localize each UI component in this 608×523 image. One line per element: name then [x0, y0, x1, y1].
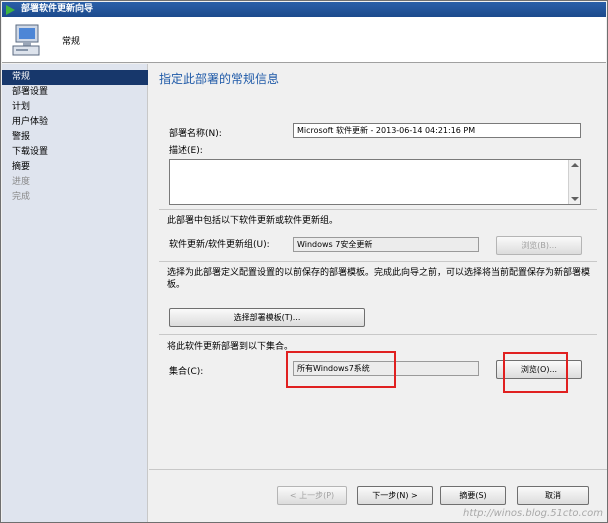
annotation-highlight-browse: [503, 352, 568, 393]
footer-divider: [149, 469, 607, 470]
includes-text: 此部署中包括以下软件更新或软件更新组。: [167, 216, 339, 226]
watermark-text: http://winos.blog.51cto.com: [462, 508, 603, 519]
deployment-name-input[interactable]: Microsoft 软件更新 - 2013-06-14 04:21:16 PM: [293, 123, 581, 138]
update-browse-button: 浏览(B)...: [496, 236, 582, 255]
computer-icon: [12, 24, 40, 56]
title-bar: 部署软件更新向导: [2, 2, 606, 17]
nav-step-download-settings[interactable]: 下载设置: [2, 145, 148, 160]
page-title: 指定此部署的常规信息: [159, 72, 280, 86]
divider: [159, 261, 597, 262]
next-button[interactable]: 下一步(N) >: [357, 486, 433, 505]
annotation-highlight-collection: [286, 351, 396, 388]
description-textarea[interactable]: [169, 159, 581, 205]
summary-button[interactable]: 摘要(S): [440, 486, 506, 505]
wizard-arrow-icon: [6, 5, 15, 15]
scroll-up-icon[interactable]: [571, 163, 579, 167]
update-group-label: 软件更新/软件更新组(U):: [169, 240, 270, 250]
nav-step-user-experience[interactable]: 用户体验: [2, 115, 148, 130]
nav-step-alerts[interactable]: 警报: [2, 130, 148, 145]
scroll-down-icon[interactable]: [571, 197, 579, 201]
update-group-field: Windows 7安全更新: [293, 237, 479, 252]
nav-step-deployment-settings[interactable]: 部署设置: [2, 85, 148, 100]
nav-step-summary[interactable]: 摘要: [2, 160, 148, 175]
divider: [159, 334, 597, 335]
nav-step-general[interactable]: 常规: [2, 70, 148, 85]
header-title: 常规: [62, 37, 81, 47]
nav-step-progress: 进度: [12, 177, 31, 187]
wizard-window: 部署软件更新向导 常规 常规 部署设置 计划 用户体验 警报 下载设置 摘要 进…: [0, 0, 608, 523]
cancel-button[interactable]: 取消: [517, 486, 589, 505]
nav-step-schedule[interactable]: 计划: [2, 100, 148, 115]
description-scrollbar[interactable]: [568, 160, 580, 204]
select-template-button[interactable]: 选择部署模板(T)...: [169, 308, 365, 327]
collection-label: 集合(C):: [169, 367, 204, 377]
description-label: 描述(E):: [169, 146, 203, 156]
divider: [159, 209, 597, 210]
previous-button: < 上一步(P): [277, 486, 347, 505]
template-description: 选择为此部署定义配置设置的以前保存的部署模板。完成此向导之前，可以选择将当前配置…: [167, 268, 591, 290]
nav-step-completion: 完成: [12, 192, 31, 202]
main-content: 指定此部署的常规信息 部署名称(N): Microsoft 软件更新 - 201…: [149, 64, 607, 467]
collection-intro: 将此软件更新部署到以下集合。: [167, 342, 294, 352]
deployment-name-label: 部署名称(N):: [169, 129, 222, 139]
wizard-header: 常规: [2, 17, 606, 63]
wizard-steps-sidebar: 常规 部署设置 计划 用户体验 警报 下载设置 摘要 进度 完成: [2, 64, 148, 522]
window-title: 部署软件更新向导: [21, 4, 94, 14]
